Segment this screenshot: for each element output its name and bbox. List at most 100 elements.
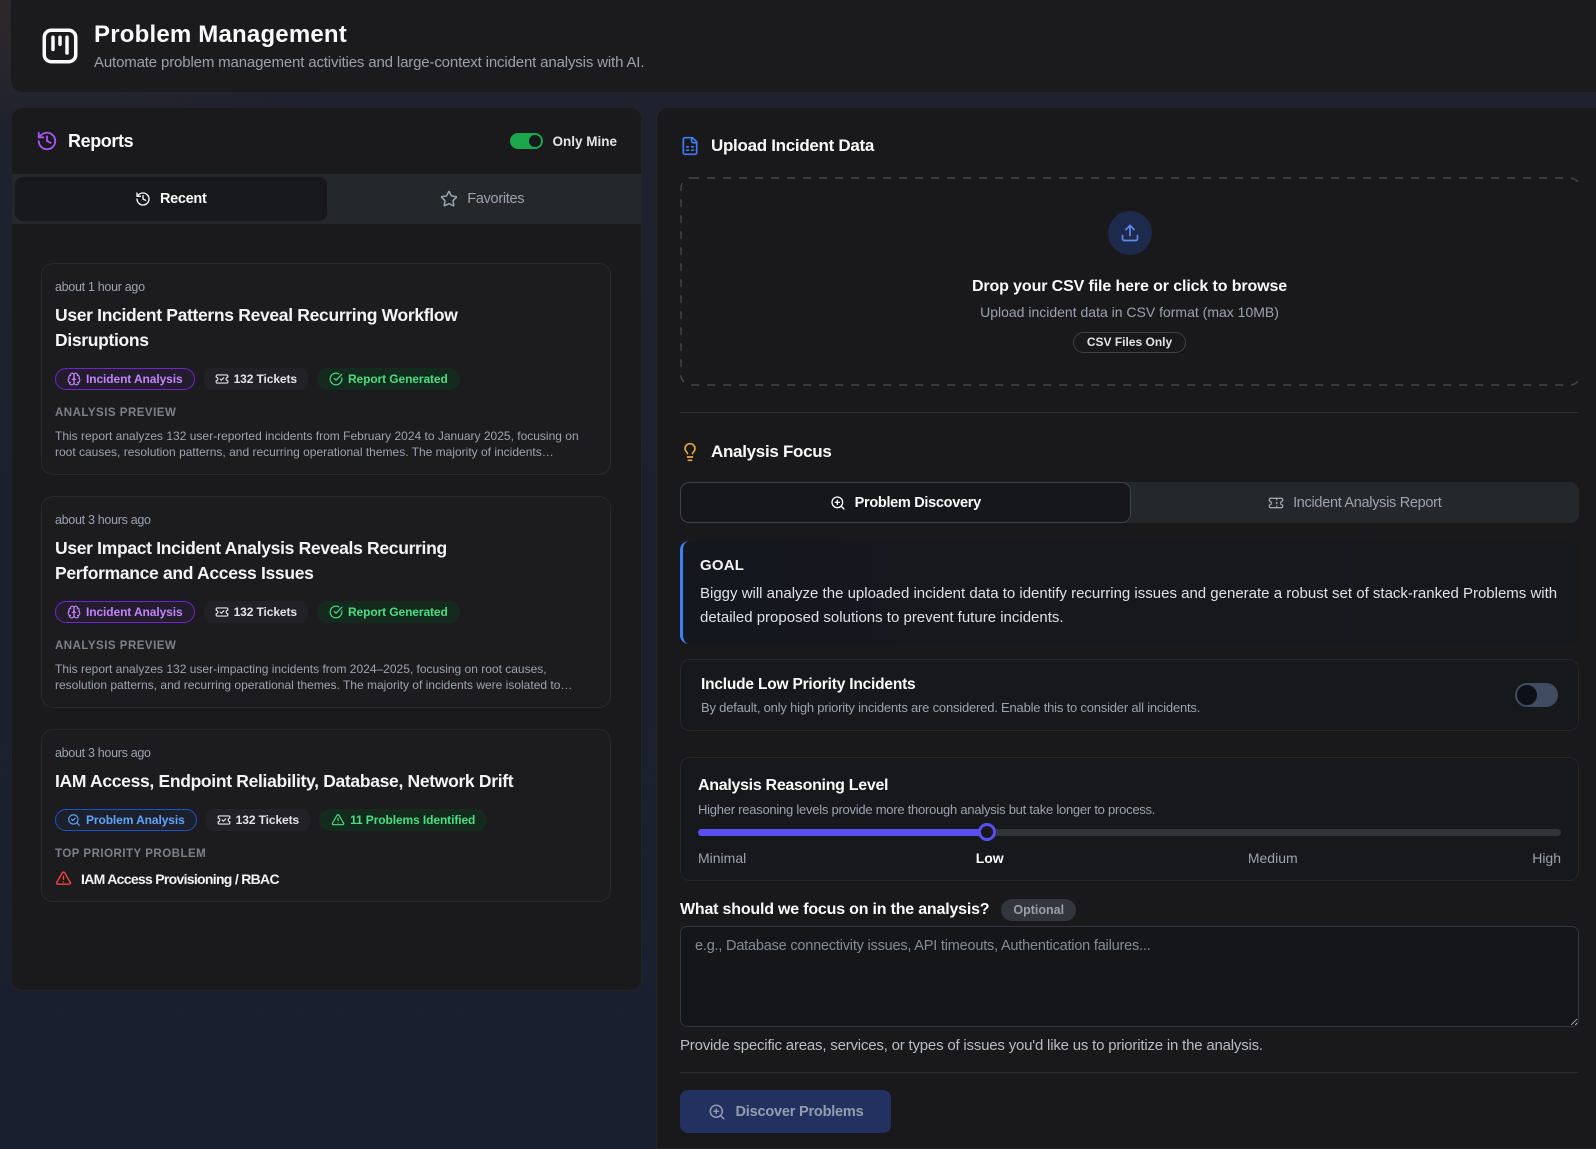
reports-title: Reports bbox=[68, 131, 133, 152]
badge-label: Problem Analysis bbox=[86, 813, 185, 827]
reasoning-slider[interactable] bbox=[698, 823, 1561, 841]
badge-label: Report Generated bbox=[348, 605, 448, 619]
tab-favorites[interactable]: Favorites bbox=[327, 177, 639, 221]
goal-text: Biggy will analyze the uploaded incident… bbox=[700, 582, 1562, 630]
zoom-in-icon bbox=[830, 495, 846, 511]
triangle-alert-icon bbox=[331, 813, 345, 827]
slider-label-minimal: Minimal bbox=[698, 849, 746, 867]
low-priority-toggle[interactable] bbox=[1515, 683, 1558, 707]
slider-label-low: Low bbox=[976, 849, 1004, 867]
goal-card: GOAL Biggy will analyze the uploaded inc… bbox=[680, 541, 1579, 644]
goal-label: GOAL bbox=[700, 558, 1562, 573]
low-priority-title: Include Low Priority Incidents bbox=[701, 676, 1200, 694]
badge-label: 11 Problems Identified bbox=[350, 813, 475, 827]
tickets-badge: 132 Tickets bbox=[204, 368, 308, 390]
low-priority-card: Include Low Priority Incidents By defaul… bbox=[680, 659, 1579, 731]
main-panel: Upload Incident Data Drop your CSV file … bbox=[656, 107, 1596, 1149]
reports-panel: Reports Only Mine Recent Favorites about… bbox=[11, 107, 642, 991]
status-badge: 11 Problems Identified bbox=[319, 809, 487, 831]
square-kanban-icon bbox=[39, 25, 81, 67]
optional-badge: Optional bbox=[1001, 899, 1076, 921]
tickets-badge: 132 Tickets bbox=[204, 601, 308, 623]
low-priority-description: By default, only high priority incidents… bbox=[701, 700, 1200, 715]
only-mine-toggle[interactable] bbox=[510, 133, 543, 149]
tab-incident-analysis-report[interactable]: Incident Analysis Report bbox=[1131, 482, 1580, 523]
tickets-badge: 132 Tickets bbox=[206, 809, 310, 831]
triangle-alert-icon bbox=[55, 870, 72, 887]
button-label: Discover Problems bbox=[736, 1104, 864, 1120]
reasoning-title: Analysis Reasoning Level bbox=[698, 776, 1561, 795]
app-header: Problem Management Automate problem mana… bbox=[11, 0, 1596, 92]
analysis-section-header: Analysis Focus bbox=[680, 442, 1579, 462]
star-icon bbox=[440, 190, 458, 208]
status-badge: Report Generated bbox=[317, 368, 460, 390]
report-title: IAM Access, Endpoint Reliability, Databa… bbox=[55, 769, 545, 794]
report-timestamp: about 1 hour ago bbox=[55, 280, 597, 295]
history-icon bbox=[135, 191, 151, 207]
zoom-in-icon bbox=[708, 1103, 726, 1121]
upload-section-header: Upload Incident Data bbox=[680, 136, 1579, 156]
slider-label-medium: Medium bbox=[1248, 849, 1298, 867]
ticket-check-icon bbox=[215, 372, 229, 386]
tab-label: Favorites bbox=[467, 191, 524, 207]
reasoning-level-card: Analysis Reasoning Level Higher reasonin… bbox=[680, 757, 1579, 881]
report-title: User Impact Incident Analysis Reveals Re… bbox=[55, 536, 545, 586]
type-badge: Problem Analysis bbox=[55, 809, 197, 831]
report-card[interactable]: about 3 hours ago IAM Access, Endpoint R… bbox=[41, 729, 611, 902]
file-spreadsheet-icon bbox=[680, 136, 700, 156]
badge-label: 132 Tickets bbox=[236, 813, 299, 827]
slider-thumb[interactable] bbox=[978, 823, 996, 841]
section-divider bbox=[680, 412, 1579, 413]
badge-label: Incident Analysis bbox=[86, 605, 183, 619]
badge-label: Report Generated bbox=[348, 372, 448, 386]
brain-icon bbox=[67, 372, 81, 386]
analysis-focus-title: Analysis Focus bbox=[711, 442, 832, 462]
type-badge: Incident Analysis bbox=[55, 368, 195, 390]
upload-title: Upload Incident Data bbox=[711, 136, 874, 156]
slider-labels: Minimal Low Medium High bbox=[698, 849, 1561, 867]
circle-check-icon bbox=[329, 372, 343, 386]
type-badge: Incident Analysis bbox=[55, 601, 195, 623]
ticket-check-icon bbox=[215, 605, 229, 619]
analysis-preview-text: This report analyzes 132 user-impacting … bbox=[55, 662, 597, 693]
report-title: User Incident Patterns Reveal Recurring … bbox=[55, 303, 545, 353]
search-check-icon bbox=[67, 813, 81, 827]
badge-label: 132 Tickets bbox=[234, 605, 297, 619]
slider-fill bbox=[698, 829, 987, 836]
report-card[interactable]: about 3 hours ago User Impact Incident A… bbox=[41, 496, 611, 708]
tab-recent[interactable]: Recent bbox=[15, 177, 327, 221]
csv-dropzone[interactable]: Drop your CSV file here or click to brow… bbox=[680, 177, 1579, 386]
reports-panel-header: Reports Only Mine bbox=[12, 108, 641, 174]
analysis-preview-label: ANALYSIS PREVIEW bbox=[55, 406, 597, 420]
analysis-mode-tabs: Problem Discovery Incident Analysis Repo… bbox=[680, 482, 1579, 523]
history-icon bbox=[36, 130, 58, 152]
only-mine-label: Only Mine bbox=[552, 134, 617, 149]
reasoning-description: Higher reasoning levels provide more tho… bbox=[698, 802, 1561, 817]
tab-label: Incident Analysis Report bbox=[1293, 495, 1441, 511]
lightbulb-icon bbox=[680, 442, 700, 462]
report-card[interactable]: about 1 hour ago User Incident Patterns … bbox=[41, 263, 611, 475]
brain-icon bbox=[67, 605, 81, 619]
toggle-knob bbox=[529, 135, 541, 147]
focus-helper-text: Provide specific areas, services, or typ… bbox=[680, 1037, 1579, 1054]
slider-track[interactable] bbox=[698, 829, 1561, 836]
badge-label: Incident Analysis bbox=[86, 372, 183, 386]
ticket-icon bbox=[1268, 495, 1284, 511]
report-timestamp: about 3 hours ago bbox=[55, 513, 597, 528]
tab-label: Recent bbox=[160, 191, 207, 207]
top-priority-label: TOP PRIORITY PROBLEM bbox=[55, 847, 597, 861]
report-list: about 1 hour ago User Incident Patterns … bbox=[12, 224, 641, 990]
toggle-knob bbox=[1517, 685, 1537, 705]
report-timestamp: about 3 hours ago bbox=[55, 746, 597, 761]
focus-textarea[interactable] bbox=[680, 926, 1579, 1027]
discover-problems-button[interactable]: Discover Problems bbox=[680, 1090, 891, 1133]
footer-divider bbox=[680, 1072, 1579, 1073]
focus-question-label: What should we focus on in the analysis? bbox=[680, 901, 989, 919]
reports-tabs: Recent Favorites bbox=[12, 174, 641, 224]
analysis-preview-text: This report analyzes 132 user-reported i… bbox=[55, 429, 597, 460]
badge-label: 132 Tickets bbox=[234, 372, 297, 386]
analysis-preview-label: ANALYSIS PREVIEW bbox=[55, 639, 597, 653]
tab-problem-discovery[interactable]: Problem Discovery bbox=[680, 482, 1131, 523]
circle-check-icon bbox=[329, 605, 343, 619]
slider-label-high: High bbox=[1532, 849, 1561, 867]
